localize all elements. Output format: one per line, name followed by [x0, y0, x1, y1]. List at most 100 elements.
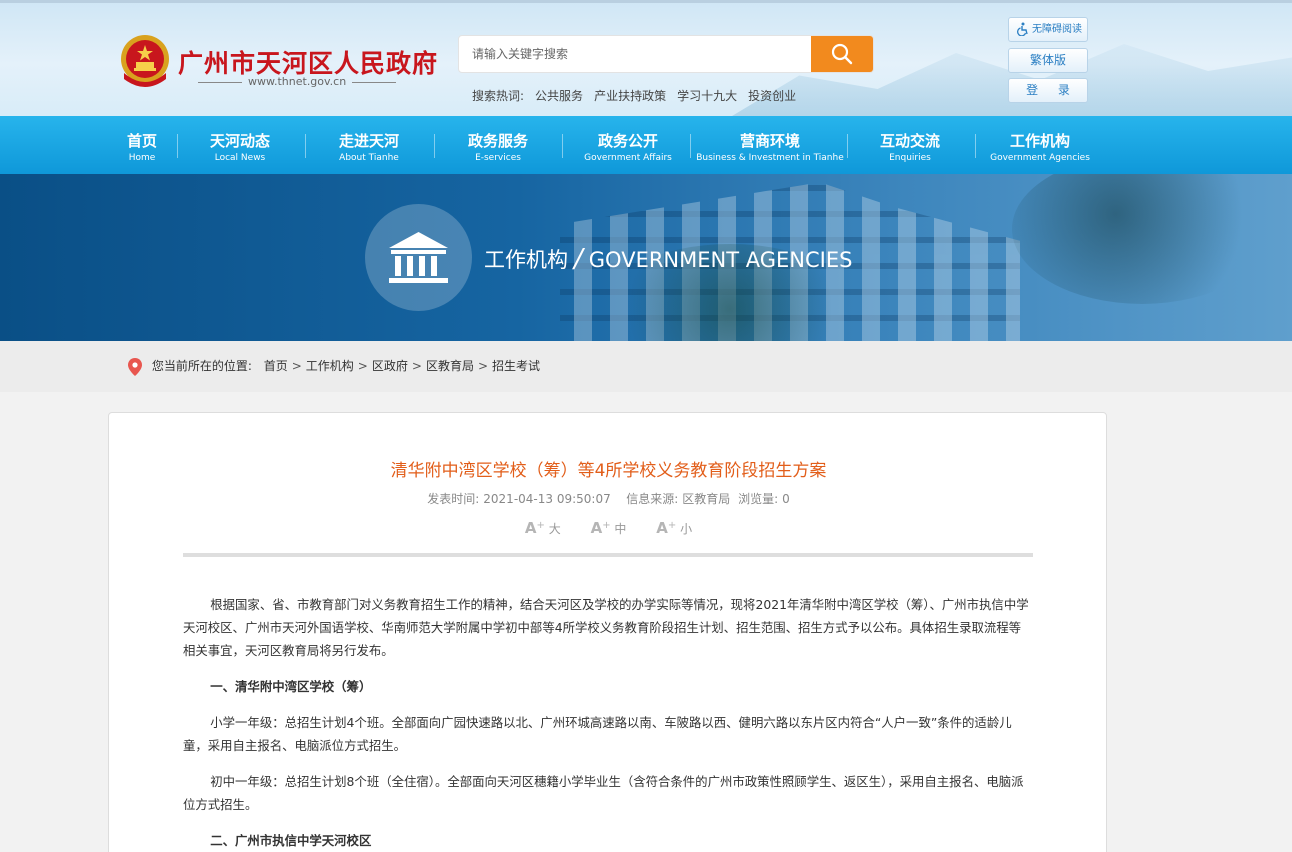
section-heading: 二、广州市执信中学天河校区: [210, 833, 372, 848]
institution-building-icon: [389, 232, 448, 283]
banner-tree-image: [1012, 174, 1272, 304]
nav-label-en: About Tianhe: [339, 153, 399, 163]
article-paragraph: 初中一年级：总招生计划8个班（全住宿）。全部面向天河区穗籍小学毕业生（含符合条件…: [183, 774, 1024, 812]
nav-item-business-investment[interactable]: 营商环境 Business & Investment in Tianhe: [694, 116, 846, 174]
banner-slash: /: [574, 244, 583, 274]
nav-separator: [975, 134, 976, 158]
font-plus: +: [602, 520, 611, 531]
nav-item-home[interactable]: 首页 Home: [112, 116, 172, 174]
breadcrumb-item-enrollment[interactable]: 招生考试: [492, 359, 540, 373]
section-heading: 一、清华附中湾区学校（筹）: [210, 679, 372, 694]
font-size-small-button[interactable]: A+ 小: [656, 519, 692, 537]
main-nav: 首页 Home 天河动态 Local News 走进天河 About Tianh…: [0, 116, 1292, 174]
nav-label-cn: 首页: [126, 132, 157, 150]
publish-time-label: 发表时间:: [427, 492, 480, 506]
breadcrumb-separator: >: [291, 359, 302, 373]
breadcrumb-item-district-government[interactable]: 区政府: [372, 359, 408, 373]
breadcrumb-item-education-bureau[interactable]: 区教育局: [426, 359, 474, 373]
nav-separator: [562, 134, 563, 158]
source-label: 信息来源:: [626, 492, 679, 506]
section-banner: 工作机构 / GOVERNMENT AGENCIES: [0, 174, 1292, 341]
nav-label-cn: 营商环境: [739, 132, 800, 150]
nav-separator: [434, 134, 435, 158]
article-content: 根据国家、省、市教育部门对义务教育招生工作的精神，结合天河区及学校的办学实际等情…: [183, 593, 1033, 852]
font-plus: +: [667, 520, 677, 531]
breadcrumb: 您当前所在的位置: 首页 > 工作机构 > 区政府 > 区教育局 > 招生考试: [128, 357, 540, 376]
breadcrumb-separator: >: [477, 359, 489, 373]
nav-label-en: Government Agencies: [990, 153, 1090, 163]
accessibility-label: 无障碍阅读: [1032, 24, 1082, 35]
nav-item-e-services[interactable]: 政务服务 E-services: [448, 116, 548, 174]
nav-label-cn: 政务公开: [597, 132, 658, 150]
url-dash-left: [198, 81, 242, 83]
nav-label-cn: 走进天河: [338, 132, 399, 150]
site-header: 广州市天河区人民政府 www.thnet.gov.cn 搜索热词:公共服务产业扶…: [0, 0, 1292, 116]
nav-label-cn: 工作机构: [1009, 132, 1070, 150]
nav-label-en: Home: [128, 153, 156, 163]
traditional-chinese-button[interactable]: 繁体版: [1008, 48, 1088, 73]
font-size-large-button[interactable]: A+ 大: [525, 519, 561, 537]
accessibility-button[interactable]: 无障碍阅读: [1008, 17, 1088, 42]
nav-item-government-agencies[interactable]: 工作机构 Government Agencies: [984, 116, 1096, 174]
nav-label-en: Government Affairs: [584, 153, 672, 163]
search-button[interactable]: [811, 36, 873, 72]
font-glyph: A: [524, 519, 537, 537]
hot-word[interactable]: 产业扶持政策: [594, 89, 666, 103]
breadcrumb-separator: >: [411, 359, 422, 373]
breadcrumb-bar: 您当前所在的位置: 首页 > 工作机构 > 区政府 > 区教育局 > 招生考试: [0, 341, 1292, 392]
breadcrumb-separator: >: [357, 359, 368, 373]
views-label: 浏览量:: [738, 492, 779, 506]
national-emblem-icon: [121, 35, 169, 87]
font-size-large-label: 大: [548, 522, 561, 536]
views-count: 0: [782, 492, 790, 506]
location-pin-icon: [128, 357, 142, 376]
hot-word[interactable]: 学习十九大: [677, 89, 737, 103]
article-divider: [183, 553, 1033, 557]
banner-title: 工作机构 / GOVERNMENT AGENCIES: [484, 244, 852, 274]
nav-item-about-tianhe[interactable]: 走进天河 About Tianhe: [319, 116, 419, 174]
font-glyph: A: [590, 519, 603, 537]
search-icon: [831, 43, 853, 64]
nav-separator: [305, 134, 306, 158]
breadcrumb-item-home[interactable]: 首页: [264, 359, 288, 373]
font-size-small-label: 小: [680, 522, 693, 536]
source-value: 区教育局: [682, 492, 731, 506]
nav-label-en: E-services: [475, 153, 521, 163]
article-paragraph: 根据国家、省、市教育部门对义务教育招生工作的精神，结合天河区及学校的办学实际等情…: [183, 597, 1029, 658]
font-size-medium-label: 中: [614, 522, 627, 536]
site-url-text: www.thnet.gov.cn: [248, 75, 347, 88]
nav-label-cn: 天河动态: [209, 132, 270, 150]
search-input[interactable]: [459, 36, 813, 72]
hot-word[interactable]: 公共服务: [535, 89, 583, 103]
hot-label: 搜索热词:: [472, 89, 525, 103]
url-dash-right: [352, 81, 397, 83]
article-paragraph: 小学一年级：总招生计划4个班。全部面向广园快速路以北、广州环城高速路以南、车陂路…: [183, 715, 1012, 753]
nav-label-en: Local News: [214, 153, 266, 163]
nav-item-local-news[interactable]: 天河动态 Local News: [190, 116, 290, 174]
font-glyph: A: [656, 519, 668, 537]
nav-separator: [690, 134, 691, 158]
article-title: 清华附中湾区学校（筹）等4所学校义务教育阶段招生方案: [390, 461, 827, 481]
font-plus: +: [536, 520, 545, 531]
nav-label-en: Enquiries: [889, 153, 931, 163]
wheelchair-icon: [1017, 22, 1028, 36]
nav-item-enquiries[interactable]: 互动交流 Enquiries: [860, 116, 960, 174]
breadcrumb-item-agencies[interactable]: 工作机构: [306, 359, 354, 373]
nav-label-cn: 政务服务: [467, 132, 528, 150]
publish-time: 2021-04-13 09:50:07: [483, 492, 611, 506]
article-meta: 发表时间: 2021-04-13 09:50:07 信息来源: 区教育局 浏览量: 0: [109, 490, 1108, 507]
banner-icon-circle: [365, 204, 472, 311]
site-url: www.thnet.gov.cn: [192, 75, 402, 88]
search-box: [458, 35, 874, 73]
nav-separator: [847, 134, 848, 158]
nav-item-government-affairs[interactable]: 政务公开 Government Affairs: [578, 116, 678, 174]
font-size-medium-button[interactable]: A+ 中: [591, 519, 627, 537]
hot-word[interactable]: 投资创业: [748, 89, 796, 103]
banner-title-cn: 工作机构: [484, 248, 568, 272]
nav-separator: [177, 134, 178, 158]
login-button[interactable]: 登 录: [1008, 78, 1088, 103]
nav-label-cn: 互动交流: [879, 132, 940, 150]
banner-title-en: GOVERNMENT AGENCIES: [588, 248, 853, 272]
breadcrumb-label: 您当前所在的位置:: [151, 359, 252, 373]
article-panel: 清华附中湾区学校（筹）等4所学校义务教育阶段招生方案 发表时间: 2021-04-…: [108, 412, 1107, 852]
